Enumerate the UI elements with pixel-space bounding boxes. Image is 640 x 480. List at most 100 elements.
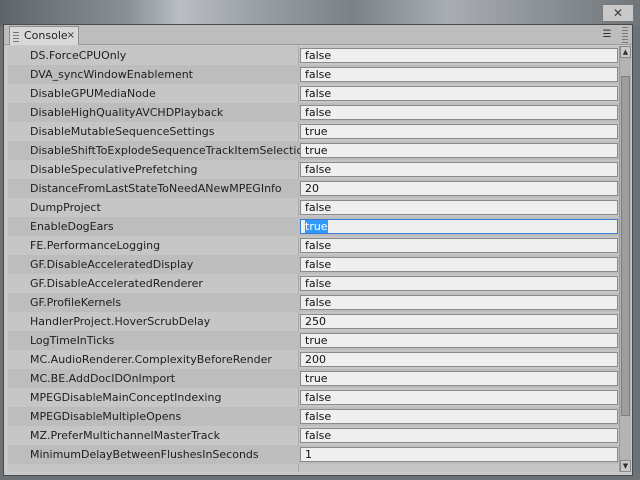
setting-value-field[interactable]: false <box>300 390 618 405</box>
tab-close-icon[interactable]: × <box>67 27 75 44</box>
setting-value-text: false <box>305 106 332 119</box>
setting-value-field[interactable]: false <box>300 162 618 177</box>
setting-value-text: 1 <box>305 448 312 461</box>
setting-key: GF.DisableAcceleratedDisplay <box>30 258 194 271</box>
setting-value-field[interactable]: false <box>300 276 618 291</box>
setting-key: EnableDogEars <box>30 220 114 233</box>
table-row[interactable]: LogTimeInTicks true <box>8 331 619 350</box>
setting-value-field[interactable]: true <box>300 143 618 158</box>
setting-value-field[interactable]: false <box>300 257 618 272</box>
setting-value-text: true <box>305 220 328 233</box>
setting-value-field[interactable]: true <box>300 371 618 386</box>
setting-value-text: false <box>305 391 332 404</box>
setting-key: DisableShiftToExplodeSequenceTrackItemSe… <box>30 144 316 157</box>
setting-key: DS.ForceCPUOnly <box>30 49 127 62</box>
setting-value-field[interactable]: true <box>300 219 618 234</box>
table-row[interactable]: FE.PerformanceLogging false <box>8 236 619 255</box>
setting-key: FE.PerformanceLogging <box>30 239 161 252</box>
setting-value-field[interactable]: 200 <box>300 352 618 367</box>
setting-key: MPEGDisableMultipleOpens <box>30 410 182 423</box>
setting-value-field[interactable]: 250 <box>300 314 618 329</box>
scroll-down-icon[interactable]: ▼ <box>620 460 631 472</box>
scroll-up-icon[interactable]: ▲ <box>620 46 631 58</box>
table-row[interactable]: GF.ProfileKernels false <box>8 293 619 312</box>
table-row[interactable]: DS.ForceCPUOnly false <box>8 46 619 65</box>
setting-value-text: true <box>305 372 328 385</box>
table-row[interactable]: DistanceFromLastStateToNeedANewMPEGInfo 2… <box>8 179 619 198</box>
setting-value-text: 250 <box>305 315 326 328</box>
setting-key: DisableMutableSequenceSettings <box>30 125 215 138</box>
setting-key: DistanceFromLastStateToNeedANewMPEGInfo <box>30 182 282 195</box>
setting-key: DisableHighQualityAVCHDPlayback <box>30 106 224 119</box>
table-row[interactable]: DisableGPUMediaNode false <box>8 84 619 103</box>
setting-value-field[interactable]: false <box>300 295 618 310</box>
table-row[interactable]: DisableHighQualityAVCHDPlayback false <box>8 103 619 122</box>
setting-value-text: 20 <box>305 182 319 195</box>
setting-key: DVA_syncWindowEnablement <box>30 68 193 81</box>
setting-value-field[interactable]: false <box>300 67 618 82</box>
setting-value-field[interactable]: false <box>300 200 618 215</box>
setting-value-text: false <box>305 239 332 252</box>
table-row[interactable]: GF.DisableAcceleratedDisplay false <box>8 255 619 274</box>
vertical-scrollbar[interactable]: ▲ ▼ <box>619 46 631 472</box>
setting-key: MPEGDisableMainConceptIndexing <box>30 391 222 404</box>
table-row[interactable]: DisableShiftToExplodeSequenceTrackItemSe… <box>8 141 619 160</box>
setting-key: GF.DisableAcceleratedRenderer <box>30 277 203 290</box>
setting-value-text: false <box>305 87 332 100</box>
table-row[interactable]: MC.AudioRenderer.ComplexityBeforeRender 2… <box>8 350 619 369</box>
table-row[interactable]: DVA_syncWindowEnablement false <box>8 65 619 84</box>
table-row[interactable]: MPEGDisableMultipleOpens false <box>8 407 619 426</box>
tab-console[interactable]: Console × <box>9 26 79 45</box>
setting-key: MinimumDelayBetweenFlushesInSeconds <box>30 448 259 461</box>
table-row[interactable]: HandlerProject.HoverScrubDelay 250 <box>8 312 619 331</box>
setting-value-text: true <box>305 334 328 347</box>
setting-key: DumpProject <box>30 201 101 214</box>
setting-value-field[interactable]: false <box>300 409 618 424</box>
setting-value-text: 200 <box>305 353 326 366</box>
table-row[interactable]: DumpProject false <box>8 198 619 217</box>
tab-console-label: Console <box>24 29 68 42</box>
panel-menu-icon[interactable]: ☰ <box>600 29 614 41</box>
setting-value-field[interactable]: true <box>300 124 618 139</box>
setting-value-text: false <box>305 429 332 442</box>
setting-key: DisableGPUMediaNode <box>30 87 156 100</box>
setting-key: HandlerProject.HoverScrubDelay <box>30 315 211 328</box>
setting-value-field[interactable]: false <box>300 48 618 63</box>
table-row[interactable]: MC.BE.AddDocIDOnImport true <box>8 369 619 388</box>
table-row[interactable]: DisableSpeculativePrefetching false <box>8 160 619 179</box>
setting-value-field[interactable]: 20 <box>300 181 618 196</box>
setting-value-text: false <box>305 277 332 290</box>
table-row[interactable]: GF.DisableAcceleratedRenderer false <box>8 274 619 293</box>
setting-value-text: false <box>305 201 332 214</box>
table-row[interactable]: EnableDogEars true <box>8 217 619 236</box>
window-close-button[interactable]: ✕ <box>602 4 634 22</box>
setting-value-text: false <box>305 296 332 309</box>
setting-key: DisableSpeculativePrefetching <box>30 163 198 176</box>
setting-value-field[interactable]: 1 <box>300 447 618 462</box>
setting-key: MC.AudioRenderer.ComplexityBeforeRender <box>30 353 272 366</box>
setting-value-field[interactable]: false <box>300 105 618 120</box>
panel-grip-icon[interactable] <box>622 27 628 43</box>
setting-value-field[interactable]: true <box>300 333 618 348</box>
setting-value-text: true <box>305 125 328 138</box>
setting-value-field[interactable]: false <box>300 238 618 253</box>
desktop-background <box>0 0 640 26</box>
setting-value-field[interactable]: false <box>300 428 618 443</box>
setting-value-text: false <box>305 68 332 81</box>
table-row[interactable]: MZ.PreferMultichannelMasterTrack false <box>8 426 619 445</box>
console-settings-list: DS.ForceCPUOnly false DVA_syncWindowEnable… <box>8 46 619 472</box>
setting-key: MC.BE.AddDocIDOnImport <box>30 372 176 385</box>
table-row[interactable]: DisableMutableSequenceSettings true <box>8 122 619 141</box>
setting-value-text: false <box>305 258 332 271</box>
scrollbar-thumb[interactable] <box>621 76 630 416</box>
panel-tab-bar: Console × <box>4 25 632 45</box>
setting-value-text: false <box>305 410 332 423</box>
setting-value-field[interactable]: false <box>300 86 618 101</box>
tab-grip-icon[interactable] <box>13 30 19 42</box>
setting-key: GF.ProfileKernels <box>30 296 122 309</box>
setting-value-text: false <box>305 163 332 176</box>
setting-value-text: false <box>305 49 332 62</box>
table-row[interactable]: MinimumDelayBetweenFlushesInSeconds 1 <box>8 445 619 464</box>
setting-key: LogTimeInTicks <box>30 334 115 347</box>
table-row[interactable]: MPEGDisableMainConceptIndexing false <box>8 388 619 407</box>
